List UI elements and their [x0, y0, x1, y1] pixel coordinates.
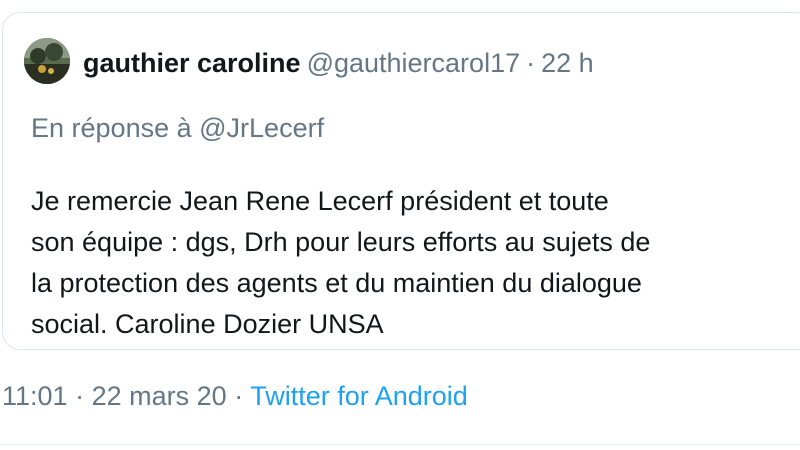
separator-dot: ·	[234, 381, 244, 411]
author-handle[interactable]: @gauthiercarol17	[307, 48, 521, 78]
client-app-link[interactable]: Twitter for Android	[250, 381, 468, 411]
tweet-time-ago[interactable]: 22 h	[541, 48, 594, 78]
tweet-text-line: social. Caroline Dozier UNSA	[31, 309, 384, 339]
tweet-date: 22 mars 20	[91, 381, 227, 411]
avatar[interactable]	[24, 38, 70, 84]
tweet-header: gauthier caroline @gauthiercarol17 · 22 h	[83, 47, 594, 79]
tweet-text: Je remercie Jean Rene Lecerf président e…	[31, 181, 791, 345]
quoted-tweet-card[interactable]: gauthier caroline @gauthiercarol17 · 22 h E…	[2, 12, 800, 350]
divider	[0, 444, 800, 445]
author-name[interactable]: gauthier caroline	[83, 48, 301, 78]
reply-context: En réponse à @JrLecerf	[31, 112, 324, 144]
separator-dot: ·	[75, 381, 85, 411]
tweet-text-line: son équipe : dgs, Drh pour leurs efforts…	[31, 227, 651, 257]
reply-mention-link[interactable]: @JrLecerf	[199, 113, 324, 143]
separator-dot: ·	[526, 48, 536, 78]
tweet-time: 11:01	[2, 381, 68, 411]
reply-prefix: En réponse à	[31, 113, 192, 143]
profile-photo-avatar-icon	[24, 38, 70, 84]
tweet-text-line: la protection des agents et du maintien …	[31, 268, 642, 298]
tweet-text-line: Je remercie Jean Rene Lecerf président e…	[31, 186, 609, 216]
tweet-metadata: 11:01 · 22 mars 20 · Twitter for Android	[2, 380, 468, 412]
